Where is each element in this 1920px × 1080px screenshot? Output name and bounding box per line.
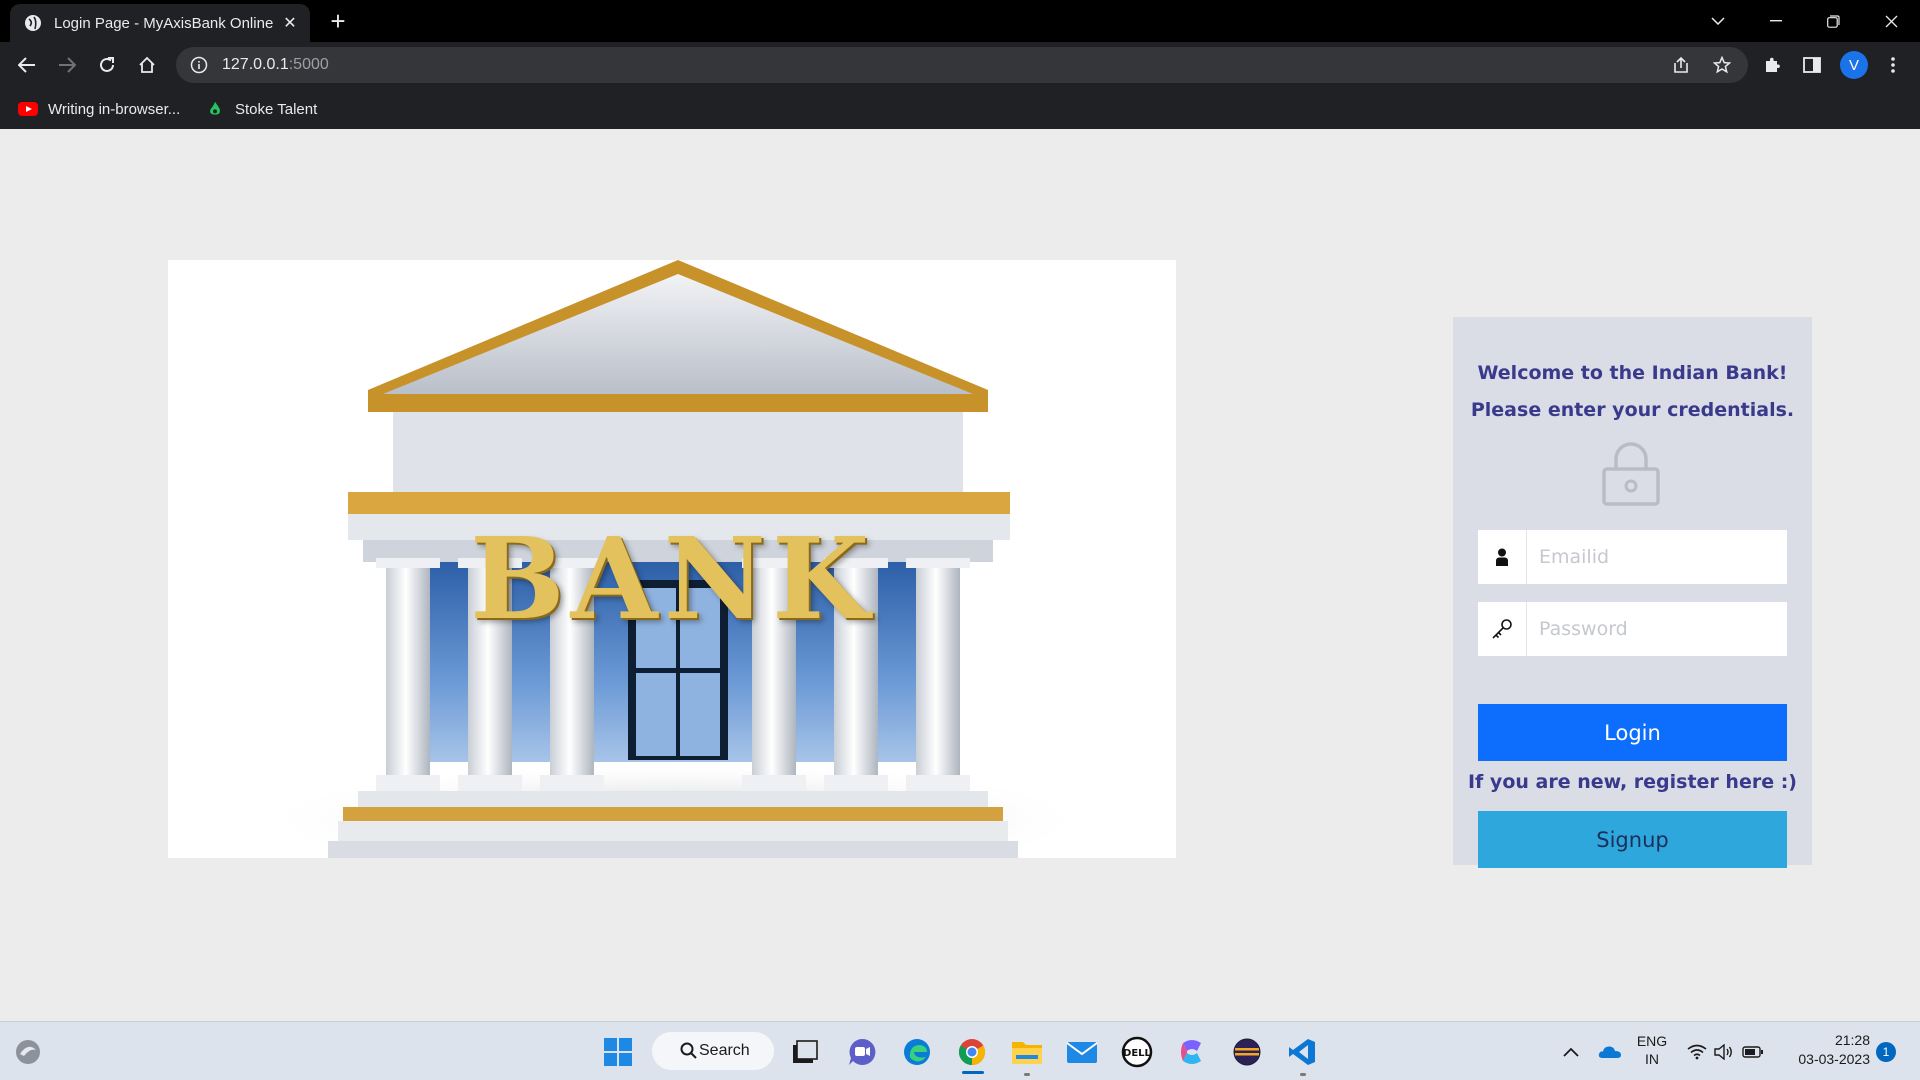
search-label: Search [699, 1042, 750, 1059]
reload-button[interactable] [92, 50, 122, 80]
taskbar-search-box[interactable]: Search [652, 1032, 774, 1070]
email-input[interactable] [1527, 530, 1787, 584]
home-icon [139, 56, 155, 73]
user-icon [1478, 530, 1527, 584]
forward-arrow-icon [59, 57, 76, 73]
page-content: BANK Welcome to the Indian Bank! Please … [0, 129, 1920, 1021]
vscode-icon[interactable] [1282, 1032, 1322, 1072]
globe-icon [25, 15, 41, 31]
welcome-subheading: Please enter your credentials. [1470, 399, 1795, 421]
chat-icon[interactable] [842, 1032, 882, 1072]
volume-icon[interactable] [1713, 1032, 1735, 1072]
tray-overflow-chevron-icon[interactable] [1559, 1032, 1583, 1072]
share-icon[interactable] [1666, 50, 1696, 80]
search-icon [680, 1042, 697, 1059]
close-window-button[interactable] [1863, 0, 1919, 42]
browser-toolbar: 127.0.0.1:5000 V [0, 42, 1920, 88]
onedrive-icon[interactable] [1597, 1032, 1623, 1072]
reload-icon [100, 57, 114, 72]
svg-text:DELL: DELL [1123, 1048, 1152, 1059]
browser-tab-active[interactable]: Login Page - MyAxisBank Online ✕ [10, 4, 310, 42]
mail-icon[interactable] [1062, 1032, 1102, 1072]
url-port: :5000 [288, 56, 329, 73]
edge-icon[interactable] [897, 1032, 937, 1072]
minimize-button[interactable] [1748, 0, 1804, 42]
bookmarks-bar: Writing in-browser... Stoke Talent [0, 88, 1920, 129]
lock-icon [1602, 442, 1660, 506]
address-bar[interactable]: 127.0.0.1:5000 [176, 47, 1748, 83]
eclipse-icon[interactable] [1227, 1032, 1267, 1072]
copilot-icon[interactable] [1172, 1032, 1212, 1072]
chrome-icon[interactable] [952, 1032, 992, 1072]
site-info-icon[interactable] [190, 56, 208, 74]
email-field-group [1478, 530, 1787, 584]
bookmark-star-icon[interactable] [1707, 50, 1737, 80]
input-language-indicator[interactable]: ENG IN [1630, 1032, 1674, 1068]
youtube-icon [18, 102, 38, 116]
bookmark-label: Writing in-browser... [48, 100, 181, 118]
side-panel-icon[interactable] [1797, 50, 1827, 80]
chrome-active-indicator [962, 1071, 984, 1074]
stoke-talent-icon [210, 101, 220, 115]
register-prompt: If you are new, register here :) [1467, 771, 1797, 793]
tab-search-chevron-icon[interactable] [1690, 0, 1746, 42]
login-button[interactable]: Login [1478, 704, 1787, 761]
battery-icon[interactable] [1741, 1032, 1765, 1072]
home-button[interactable] [132, 50, 162, 80]
tab-title: Login Page - MyAxisBank Online [54, 14, 274, 32]
start-icon[interactable] [598, 1032, 638, 1072]
signup-button[interactable]: Signup [1478, 811, 1787, 868]
wifi-icon[interactable] [1686, 1032, 1708, 1072]
bank-sign-text: BANK [470, 514, 876, 645]
profile-avatar[interactable]: V [1840, 51, 1868, 79]
welcome-heading: Welcome to the Indian Bank! [1477, 362, 1788, 384]
forward-button[interactable] [52, 50, 82, 80]
vscode-open-indicator [1300, 1073, 1306, 1076]
task-view-icon[interactable] [785, 1032, 825, 1072]
explorer-open-indicator [1024, 1073, 1030, 1076]
password-field-group [1478, 602, 1787, 656]
file-explorer-icon[interactable] [1007, 1032, 1047, 1072]
back-arrow-icon [18, 57, 35, 73]
region-code: IN [1645, 1051, 1659, 1067]
bookmark-item[interactable]: Writing in-browser... [18, 96, 180, 122]
password-input[interactable] [1527, 602, 1787, 656]
back-button[interactable] [12, 50, 42, 80]
notification-badge[interactable]: 1 [1876, 1042, 1896, 1062]
dell-icon[interactable]: DELL [1117, 1032, 1157, 1072]
bookmark-item[interactable]: Stoke Talent [205, 96, 317, 122]
url-host: 127.0.0.1 [222, 56, 289, 73]
extensions-puzzle-icon[interactable] [1757, 50, 1787, 80]
login-card: Welcome to the Indian Bank! Please enter… [1453, 317, 1812, 868]
tab-close-button[interactable]: ✕ [280, 13, 300, 33]
windows-taskbar: Search DELL ENG IN 21:28 03-03-2023 1 [0, 1021, 1920, 1080]
chrome-menu-icon[interactable] [1878, 50, 1908, 80]
key-icon [1478, 602, 1527, 656]
language-code: ENG [1636, 1033, 1668, 1049]
clock-date: 03-03-2023 [1798, 1051, 1870, 1067]
clock-time: 21:28 [1834, 1032, 1870, 1048]
bookmark-label: Stoke Talent [235, 100, 318, 118]
clock[interactable]: 21:28 03-03-2023 [1782, 1031, 1870, 1069]
restore-button[interactable] [1805, 0, 1861, 42]
welcome-message: Welcome to the Indian Bank! Please enter… [1453, 355, 1812, 429]
browser-tab-strip: Login Page - MyAxisBank Online ✕ + [0, 0, 1920, 42]
widgets-icon[interactable] [8, 1032, 48, 1072]
new-tab-button[interactable]: + [324, 8, 352, 36]
